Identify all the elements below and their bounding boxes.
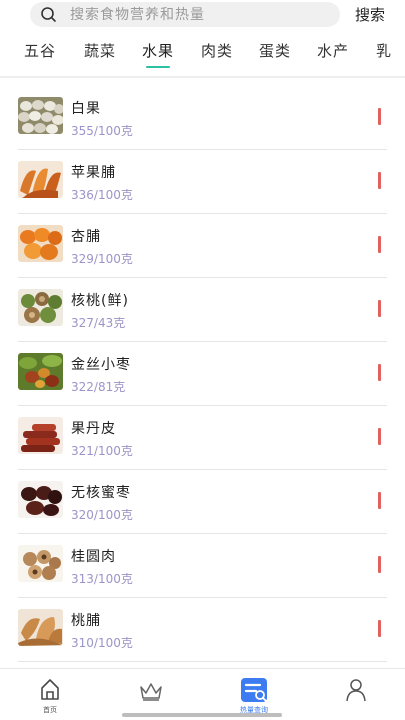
list-item[interactable]: 苹果脯 336/100克 bbox=[18, 150, 387, 214]
food-calories: 310/100克 bbox=[71, 636, 133, 650]
calorie-level-marker bbox=[378, 300, 381, 317]
search-input[interactable] bbox=[70, 2, 330, 27]
food-calories: 313/100克 bbox=[71, 572, 133, 586]
nav-calorie-query[interactable]: 热量查询 bbox=[224, 669, 284, 719]
calorie-level-marker bbox=[378, 556, 381, 573]
tab-vegetables[interactable]: 蔬菜 bbox=[84, 40, 116, 61]
dried-peach-image bbox=[18, 609, 63, 646]
tab-label: 水产 bbox=[317, 42, 350, 60]
food-calories: 322/81克 bbox=[71, 380, 126, 394]
list-item[interactable]: 桃脯 310/100克 bbox=[18, 598, 387, 662]
calorie-level-marker bbox=[378, 172, 381, 189]
category-tabs: 五谷 蔬菜 水果 肉类 蛋类 水产 乳 bbox=[0, 36, 405, 76]
active-tab-indicator bbox=[146, 66, 171, 68]
food-list: 白果 355/100克 苹果脯 336/100克 杏脯 329/100克 核桃(… bbox=[0, 86, 405, 666]
list-item[interactable]: 杏脯 329/100克 bbox=[18, 214, 387, 278]
search-bar: 搜索 bbox=[0, 0, 405, 30]
calorie-query-icon bbox=[241, 678, 267, 702]
food-calories: 336/100克 bbox=[71, 188, 133, 202]
nav-label: 首页 bbox=[43, 706, 57, 714]
dried-apricot-image bbox=[18, 225, 63, 262]
calorie-level-marker bbox=[378, 620, 381, 637]
home-icon bbox=[41, 679, 59, 700]
profile-icon bbox=[346, 679, 366, 702]
calorie-level-marker bbox=[378, 108, 381, 125]
food-calories: 329/100克 bbox=[71, 252, 133, 266]
calorie-level-marker bbox=[378, 492, 381, 509]
tab-seafood[interactable]: 水产 bbox=[317, 40, 349, 61]
tab-fruits[interactable]: 水果 bbox=[142, 40, 175, 68]
tab-label: 五谷 bbox=[24, 42, 57, 60]
calorie-level-marker bbox=[378, 364, 381, 381]
home-indicator bbox=[122, 713, 282, 717]
food-name: 白果 bbox=[71, 101, 101, 117]
list-item[interactable]: 桂圆肉 313/100克 bbox=[18, 534, 387, 598]
food-name: 金丝小枣 bbox=[71, 357, 131, 373]
food-calories: 320/100克 bbox=[71, 508, 133, 522]
food-name: 无核蜜枣 bbox=[71, 485, 131, 501]
golden-jujube-image bbox=[18, 353, 63, 390]
search-button[interactable]: 搜索 bbox=[355, 4, 385, 25]
nav-vip[interactable] bbox=[121, 669, 181, 719]
tab-label: 水果 bbox=[142, 42, 175, 60]
dried-apple-image bbox=[18, 161, 63, 198]
tab-label: 蛋类 bbox=[259, 42, 292, 60]
fresh-walnut-image bbox=[18, 289, 63, 326]
food-name: 核桃(鲜) bbox=[71, 293, 129, 309]
food-calories: 327/43克 bbox=[71, 316, 126, 330]
nav-profile[interactable] bbox=[326, 669, 386, 719]
list-item[interactable]: 金丝小枣 322/81克 bbox=[18, 342, 387, 406]
tab-meat[interactable]: 肉类 bbox=[201, 40, 233, 61]
food-calories: 321/100克 bbox=[71, 444, 133, 458]
food-name: 果丹皮 bbox=[71, 421, 116, 437]
tab-label: 乳 bbox=[376, 42, 393, 60]
tab-eggs[interactable]: 蛋类 bbox=[259, 40, 291, 61]
list-item[interactable]: 核桃(鲜) 327/43克 bbox=[18, 278, 387, 342]
calorie-level-marker bbox=[378, 236, 381, 253]
crown-icon bbox=[140, 683, 162, 701]
food-name: 桂圆肉 bbox=[71, 549, 116, 565]
nav-home[interactable]: 首页 bbox=[20, 669, 80, 719]
list-item[interactable]: 果丹皮 321/100克 bbox=[18, 406, 387, 470]
tab-grains[interactable]: 五谷 bbox=[24, 40, 56, 61]
calorie-level-marker bbox=[378, 428, 381, 445]
list-item[interactable]: 无核蜜枣 320/100克 bbox=[18, 470, 387, 534]
tab-label: 蔬菜 bbox=[84, 42, 117, 60]
tab-dairy[interactable]: 乳 bbox=[376, 40, 392, 61]
haw-roll-image bbox=[18, 417, 63, 454]
tab-label: 肉类 bbox=[201, 42, 234, 60]
longan-pulp-image bbox=[18, 545, 63, 582]
search-box[interactable] bbox=[30, 2, 340, 27]
tabs-divider bbox=[0, 76, 405, 78]
search-icon bbox=[41, 7, 56, 22]
seedless-candied-date-image bbox=[18, 481, 63, 518]
food-name: 杏脯 bbox=[71, 229, 101, 245]
food-calories: 355/100克 bbox=[71, 124, 133, 138]
food-name: 桃脯 bbox=[71, 613, 101, 629]
food-name: 苹果脯 bbox=[71, 165, 116, 181]
ginkgo-nut-image bbox=[18, 97, 63, 134]
list-item[interactable]: 白果 355/100克 bbox=[18, 86, 387, 150]
